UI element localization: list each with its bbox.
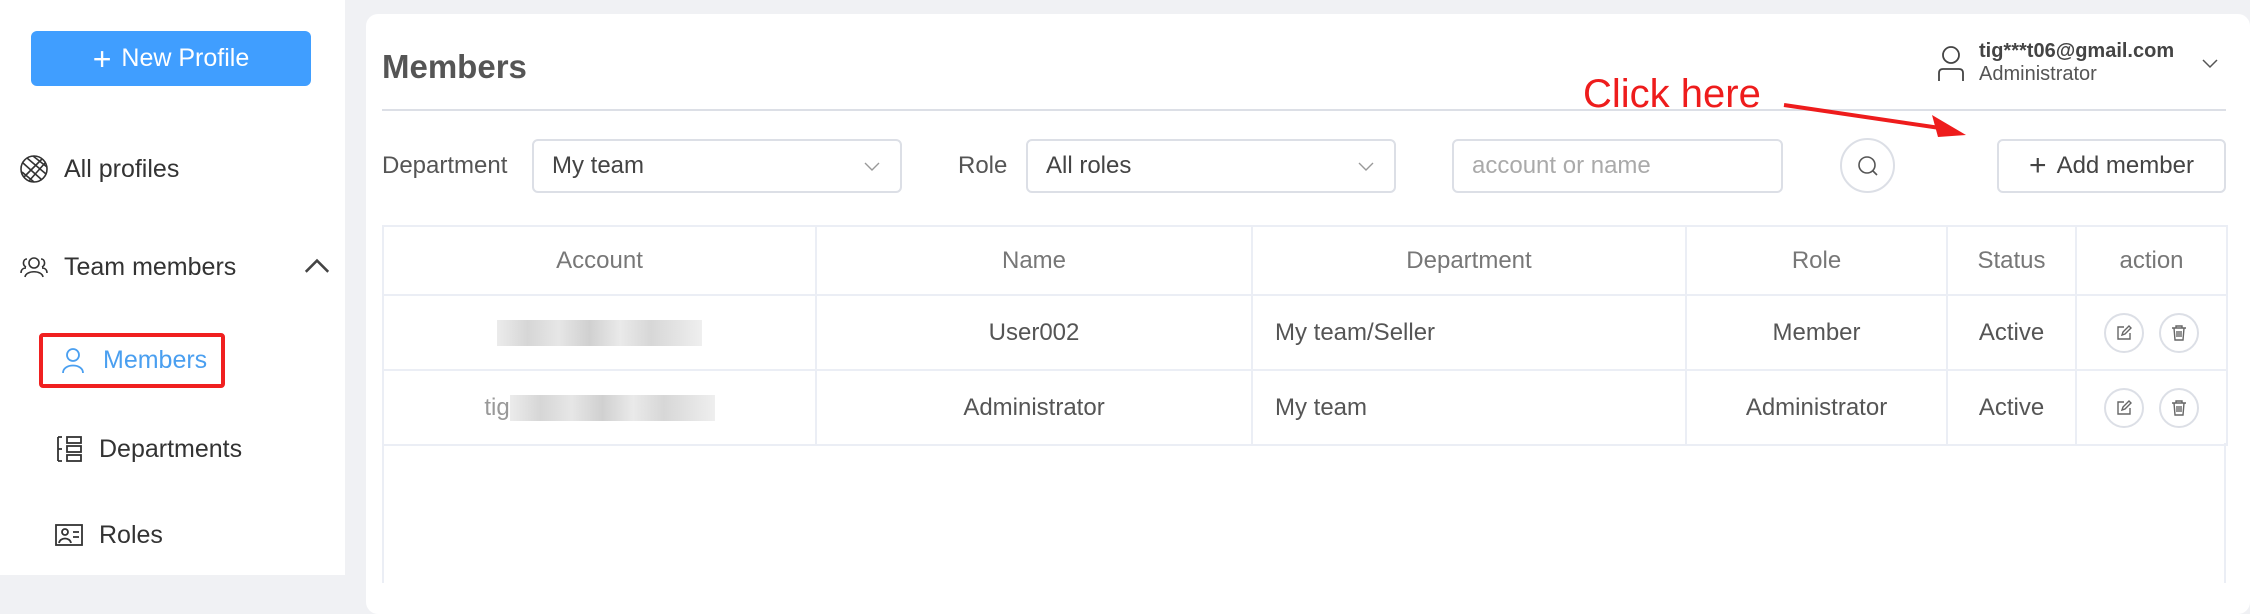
- account-cell: tig: [382, 369, 817, 446]
- department-filter-label: Department: [382, 152, 508, 179]
- chevron-up-icon: [304, 258, 330, 273]
- id-card-icon: [55, 524, 83, 546]
- sidebar: + New Profile All profiles Team members …: [0, 0, 345, 575]
- account-value: tig: [484, 393, 510, 421]
- user-role: Administrator: [1979, 63, 2097, 85]
- department-select[interactable]: My team: [532, 139, 902, 193]
- name-cell: Administrator: [815, 369, 1253, 446]
- role-cell: Administrator: [1685, 369, 1948, 446]
- search-icon: [1857, 155, 1878, 176]
- trash-icon: [2171, 399, 2186, 416]
- add-member-button[interactable]: + Add member: [1997, 139, 2226, 193]
- search-input[interactable]: [1452, 139, 1783, 193]
- new-profile-label: New Profile: [121, 44, 250, 72]
- plus-icon: +: [2029, 149, 2047, 182]
- departments-icon: [57, 436, 82, 462]
- sidebar-item-departments[interactable]: Departments: [53, 433, 242, 465]
- sidebar-item-label: Team members: [64, 252, 237, 281]
- column-header-role: Role: [1685, 225, 1948, 296]
- add-member-label: Add member: [2056, 152, 2194, 179]
- chevron-down-icon: [864, 162, 880, 171]
- edit-icon: [2117, 399, 2133, 415]
- annotation-text: Click here: [1583, 72, 1761, 116]
- delete-button[interactable]: [2158, 312, 2199, 353]
- user-icon: [1938, 46, 1964, 81]
- delete-button[interactable]: [2158, 387, 2199, 428]
- role-cell: Member: [1685, 294, 1948, 371]
- status-cell: Active: [1946, 294, 2077, 371]
- chevron-down-icon: [2202, 59, 2218, 69]
- globe-icon: [20, 155, 48, 183]
- column-header-department: Department: [1251, 225, 1687, 296]
- table-row: tig Administrator My team Administrator …: [382, 369, 2228, 446]
- department-select-value: My team: [552, 152, 645, 179]
- sidebar-item-label: Departments: [99, 434, 243, 463]
- sidebar-item-label: Members: [103, 346, 208, 374]
- new-profile-button[interactable]: + New Profile: [31, 31, 311, 86]
- chevron-down-icon: [1358, 162, 1374, 171]
- action-cell: [2075, 294, 2228, 371]
- user-icon: [62, 347, 84, 373]
- role-filter-label: Role: [958, 152, 1008, 179]
- page-title: Members: [382, 48, 527, 85]
- redacted-account: [509, 395, 715, 422]
- sidebar-item-label: Roles: [99, 520, 163, 549]
- sidebar-item-team-members[interactable]: Team members: [18, 251, 333, 283]
- column-header-action: action: [2075, 225, 2228, 296]
- column-header-status: Status: [1946, 225, 2077, 296]
- name-cell: User002: [815, 294, 1253, 371]
- edit-button[interactable]: [2104, 312, 2145, 353]
- members-table: Account Name Department Role Status acti…: [382, 225, 2228, 446]
- sidebar-item-roles[interactable]: Roles: [53, 519, 163, 551]
- department-cell: My team: [1251, 369, 1687, 446]
- table-row: User002 My team/Seller Member Active: [382, 294, 2228, 371]
- edit-icon: [2117, 324, 2133, 340]
- sidebar-item-label: All profiles: [64, 154, 180, 183]
- team-icon: [20, 257, 48, 278]
- edit-button[interactable]: [2104, 387, 2145, 428]
- column-header-account: Account: [382, 225, 817, 296]
- status-cell: Active: [1946, 369, 2077, 446]
- sidebar-item-all-profiles[interactable]: All profiles: [18, 153, 179, 185]
- role-select[interactable]: All roles: [1026, 139, 1396, 193]
- trash-icon: [2171, 324, 2186, 341]
- role-select-value: All roles: [1046, 152, 1132, 179]
- plus-icon: +: [92, 40, 112, 77]
- annotation-arrow-icon: [1783, 103, 1966, 137]
- column-header-name: Name: [815, 225, 1253, 296]
- account-cell: [382, 294, 817, 371]
- search-button[interactable]: [1840, 138, 1895, 193]
- user-menu[interactable]: tig***t06@gmail.com Administrator: [1935, 40, 2220, 86]
- table-empty-area: [382, 443, 2226, 583]
- redacted-account: [497, 320, 702, 347]
- department-cell: My team/Seller: [1251, 294, 1687, 371]
- sidebar-item-members[interactable]: Members: [39, 333, 225, 388]
- user-email: tig***t06@gmail.com: [1979, 40, 2175, 62]
- action-cell: [2075, 369, 2228, 446]
- table-header-row: Account Name Department Role Status acti…: [382, 225, 2228, 296]
